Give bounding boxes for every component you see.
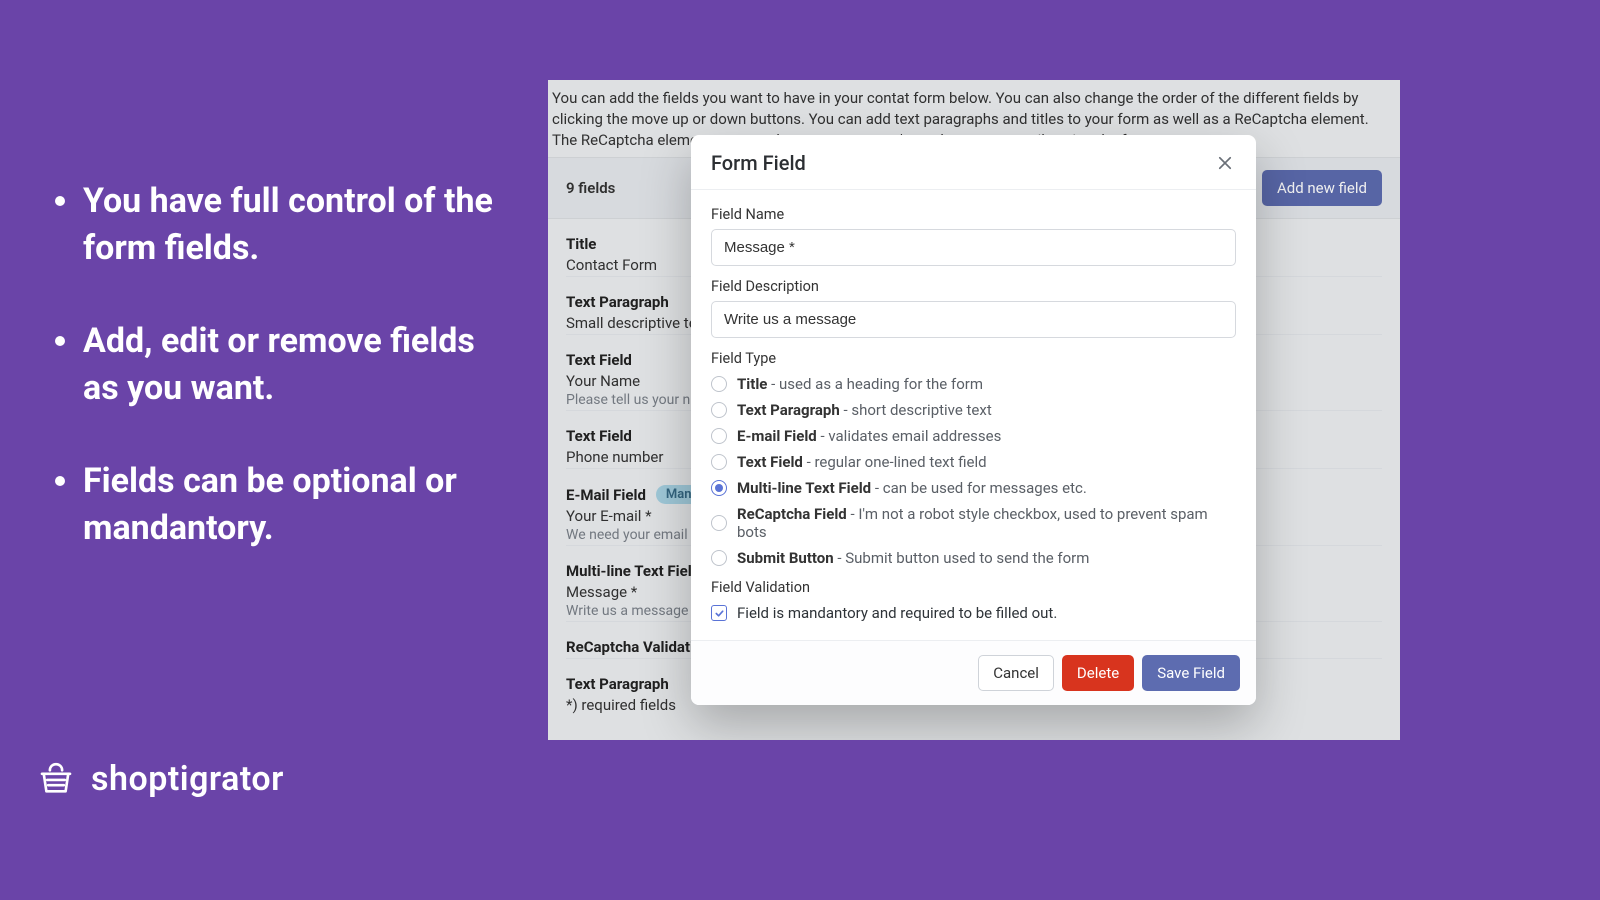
brand-name: shoptigrator: [91, 759, 284, 799]
validation-checkbox-row[interactable]: Field is mandantory and required to be f…: [711, 604, 1236, 622]
field-validation-label: Field Validation: [711, 579, 1236, 596]
field-description-label: Field Description: [711, 278, 1236, 295]
field-type-option[interactable]: Submit Button - Submit button used to se…: [711, 549, 1236, 567]
radio-icon: [711, 376, 727, 392]
field-description-input[interactable]: [711, 301, 1236, 338]
brand-logo: shoptigrator: [35, 758, 284, 800]
radio-icon: [711, 428, 727, 444]
cancel-button[interactable]: Cancel: [978, 655, 1054, 691]
radio-icon: [711, 515, 727, 531]
basket-icon: [35, 758, 77, 800]
modal-body: Field Name Field Description Field Type …: [691, 190, 1256, 640]
field-type-option[interactable]: E-mail Field - validates email addresses: [711, 427, 1236, 445]
marketing-bullets: You have full control of the form fields…: [55, 178, 510, 597]
modal-footer: Cancel Delete Save Field: [691, 640, 1256, 705]
radio-icon: [711, 550, 727, 566]
field-type-option[interactable]: ReCaptcha Field - I'm not a robot style …: [711, 505, 1236, 541]
radio-icon: [711, 454, 727, 470]
modal-title: Form Field: [711, 151, 806, 175]
marketing-bullet: You have full control of the form fields…: [55, 178, 510, 272]
modal-header: Form Field: [691, 135, 1256, 190]
field-type-option[interactable]: Text Paragraph - short descriptive text: [711, 401, 1236, 419]
field-name-input[interactable]: [711, 229, 1236, 266]
save-field-button[interactable]: Save Field: [1142, 655, 1240, 691]
field-type-radio-list: Title - used as a heading for the form Te…: [711, 375, 1236, 567]
form-field-modal: Form Field Field Name Field Description …: [691, 135, 1256, 705]
app-panel: You can add the fields you want to have …: [548, 80, 1400, 740]
marketing-bullet: Add, edit or remove fields as you want.: [55, 318, 510, 412]
delete-button[interactable]: Delete: [1062, 655, 1134, 691]
validation-checkbox-label: Field is mandantory and required to be f…: [737, 604, 1057, 622]
marketing-bullet: Fields can be optional or mandantory.: [55, 458, 510, 552]
field-type-option[interactable]: Multi-line Text Field - can be used for …: [711, 479, 1236, 497]
radio-icon: [711, 480, 727, 496]
radio-icon: [711, 402, 727, 418]
field-name-label: Field Name: [711, 206, 1236, 223]
close-icon[interactable]: [1214, 152, 1236, 174]
checkbox-icon: [711, 605, 727, 621]
field-type-label: Field Type: [711, 350, 1236, 367]
field-type-option[interactable]: Text Field - regular one-lined text fiel…: [711, 453, 1236, 471]
field-type-option[interactable]: Title - used as a heading for the form: [711, 375, 1236, 393]
